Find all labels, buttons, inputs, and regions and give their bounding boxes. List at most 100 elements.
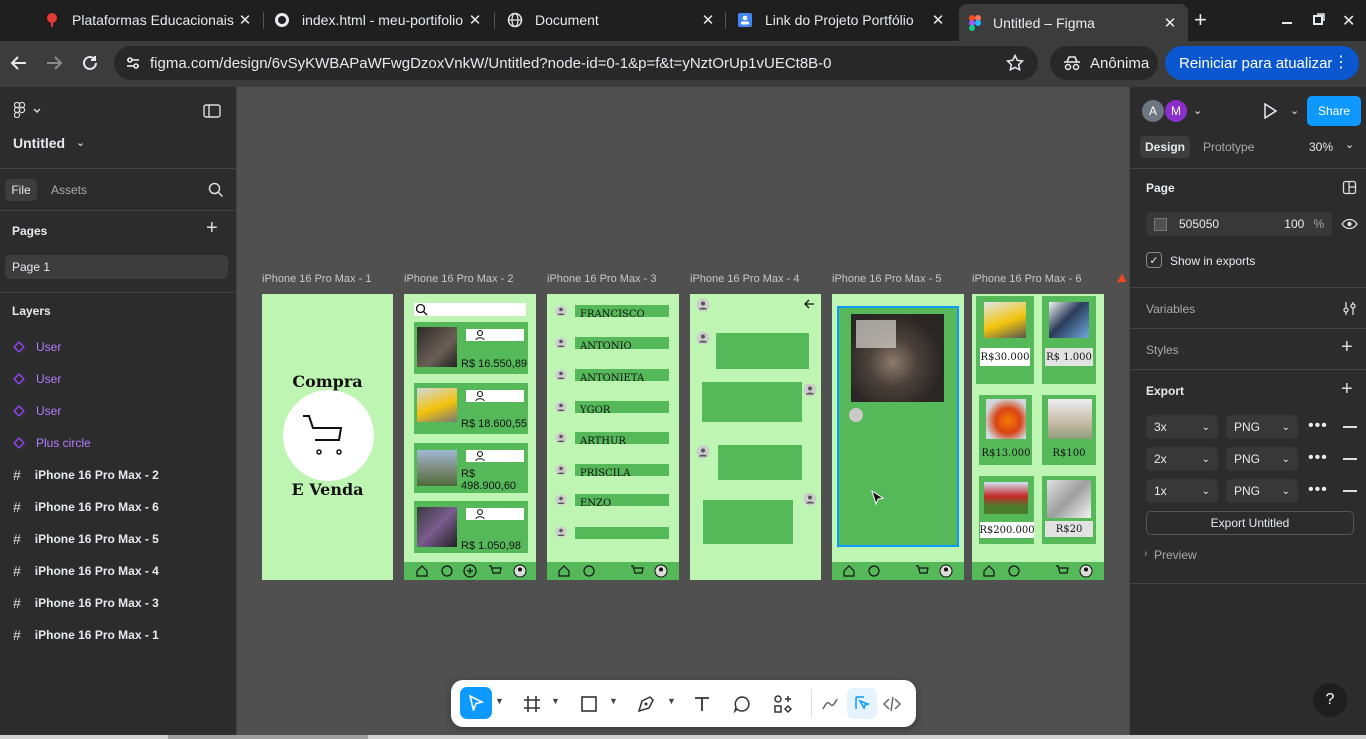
frame-6[interactable]: R$30.000 R$ 1.000 R$13.000 R$100 R$200.0…: [972, 294, 1104, 580]
rectangle-tool-icon[interactable]: [580, 695, 598, 713]
minimize-icon[interactable]: [1280, 12, 1294, 26]
chevron-down-icon[interactable]: ⌄: [1345, 138, 1354, 151]
page-style-icon[interactable]: [1342, 180, 1357, 195]
remove-export-icon[interactable]: [1343, 458, 1357, 460]
preview-toggle[interactable]: Preview: [1154, 548, 1197, 562]
product-card[interactable]: R$20: [1042, 476, 1096, 544]
layer-item[interactable]: # iPhone 16 Pro Max - 3: [0, 587, 236, 619]
more-options-icon[interactable]: •••: [1308, 417, 1328, 435]
add-export-icon[interactable]: +: [1341, 379, 1353, 399]
address-bar[interactable]: figma.com/design/6vSyKWBAPaWFwgDzoxVnkW/…: [114, 46, 1038, 80]
export-format-select[interactable]: PNG ⌄: [1226, 479, 1298, 503]
tab-figma[interactable]: Untitled – Figma ✕: [959, 4, 1188, 41]
frame-5[interactable]: [832, 294, 964, 580]
layer-item[interactable]: User: [0, 395, 236, 427]
add-page-icon[interactable]: +: [206, 218, 218, 238]
contact-row[interactable]: ANTONIO: [575, 337, 669, 352]
product-card[interactable]: R$ 16.550,89: [414, 322, 528, 374]
move-tool[interactable]: [460, 687, 492, 719]
frame-label[interactable]: iPhone 16 Pro Max - 6: [972, 273, 1081, 285]
product-card[interactable]: R$ 498.900,60: [414, 443, 528, 493]
new-tab-button[interactable]: +: [1194, 9, 1207, 31]
page-item[interactable]: Page 1: [5, 255, 228, 279]
layer-item[interactable]: # iPhone 16 Pro Max - 4: [0, 555, 236, 587]
help-button[interactable]: ?: [1313, 683, 1347, 717]
tab-file[interactable]: File: [5, 179, 37, 201]
design-canvas[interactable]: iPhone 16 Pro Max - 1 iPhone 16 Pro Max …: [237, 87, 1129, 735]
chevron-down-icon[interactable]: ▼: [495, 696, 504, 706]
sidebar-toggle-icon[interactable]: [203, 103, 221, 119]
comment-tool-icon[interactable]: [733, 695, 751, 713]
frame-tool-icon[interactable]: [523, 695, 541, 713]
figma-menu-icon[interactable]: [14, 102, 42, 118]
selected-product-card[interactable]: [837, 306, 959, 547]
tab-design[interactable]: Design: [1140, 136, 1190, 158]
tab-github[interactable]: index.html - meu-portifolio ✕: [264, 4, 493, 36]
avatar[interactable]: M: [1165, 100, 1187, 122]
layer-item[interactable]: # iPhone 16 Pro Max - 2: [0, 459, 236, 491]
site-settings-icon[interactable]: [124, 54, 142, 72]
search-icon[interactable]: [208, 182, 224, 198]
layer-item[interactable]: Plus circle: [0, 427, 236, 459]
remove-export-icon[interactable]: [1343, 490, 1357, 492]
frame-4[interactable]: [690, 294, 821, 580]
design-mode-button[interactable]: [847, 688, 877, 719]
incognito-chip[interactable]: Anônima: [1050, 46, 1158, 80]
search-bar[interactable]: [414, 303, 526, 316]
chat-bubble[interactable]: [716, 333, 809, 369]
contact-row[interactable]: ENZO: [575, 494, 669, 509]
chat-bubble[interactable]: [718, 445, 802, 480]
kebab-menu-icon[interactable]: ⋮: [1333, 52, 1349, 72]
page-opacity[interactable]: 100: [1284, 217, 1304, 231]
frame-3[interactable]: FRANCISCO ANTONIO ANTONIETA YGOR ARTHUR …: [547, 294, 679, 580]
tab-prototype[interactable]: Prototype: [1203, 140, 1254, 154]
share-button[interactable]: Share: [1307, 96, 1361, 126]
more-options-icon[interactable]: •••: [1308, 481, 1328, 499]
frame-label[interactable]: iPhone 16 Pro Max - 1: [262, 273, 371, 285]
tab-assets[interactable]: Assets: [51, 183, 87, 197]
contact-row[interactable]: FRANCISCO: [575, 305, 669, 320]
scrollbar-thumb[interactable]: [168, 735, 368, 739]
actions-icon[interactable]: [773, 694, 793, 714]
layer-item[interactable]: User: [0, 331, 236, 363]
product-card[interactable]: R$ 18.600,55: [414, 383, 528, 434]
product-card[interactable]: R$30.000: [976, 296, 1034, 384]
variables-settings-icon[interactable]: [1342, 301, 1357, 316]
page-color-hex[interactable]: 505050: [1179, 217, 1219, 231]
frame-2[interactable]: R$ 16.550,89 R$ 18.600,55 R$ 498.900,60 …: [404, 294, 536, 580]
close-window-icon[interactable]: ✕: [1342, 11, 1355, 31]
product-card[interactable]: R$100: [1042, 395, 1096, 465]
export-button[interactable]: Export Untitled: [1146, 511, 1354, 535]
contact-row[interactable]: YGOR: [575, 401, 669, 416]
play-icon[interactable]: [1263, 103, 1277, 119]
chevron-down-icon[interactable]: ▼: [551, 696, 560, 706]
export-format-select[interactable]: PNG ⌄: [1226, 447, 1298, 471]
layer-item[interactable]: # iPhone 16 Pro Max - 6: [0, 491, 236, 523]
draw-mode-icon[interactable]: [821, 695, 839, 713]
more-options-icon[interactable]: •••: [1308, 449, 1328, 467]
layer-item[interactable]: User: [0, 363, 236, 395]
contact-row[interactable]: [575, 527, 669, 539]
contact-row[interactable]: ANTONIETA: [575, 369, 669, 384]
layer-item[interactable]: # iPhone 16 Pro Max - 1: [0, 619, 236, 651]
tab-plataformas[interactable]: Plataformas Educacionais ✕: [34, 4, 263, 36]
frame-label[interactable]: iPhone 16 Pro Max - 5: [832, 273, 941, 285]
styles-heading[interactable]: Styles: [1146, 343, 1179, 357]
zoom-level[interactable]: 30%: [1309, 140, 1333, 154]
export-format-select[interactable]: PNG ⌄: [1226, 415, 1298, 439]
chevron-down-icon[interactable]: ⌄: [1290, 104, 1299, 117]
remove-export-icon[interactable]: [1343, 426, 1357, 428]
layer-item[interactable]: # iPhone 16 Pro Max - 5: [0, 523, 236, 555]
frame-label[interactable]: iPhone 16 Pro Max - 4: [690, 273, 799, 285]
product-card[interactable]: R$ 1.000: [1042, 296, 1096, 384]
close-tab-icon[interactable]: ✕: [1162, 14, 1178, 32]
product-card[interactable]: R$ 1.050,98: [414, 501, 528, 553]
color-swatch[interactable]: [1154, 217, 1167, 231]
chevron-down-icon[interactable]: ▼: [609, 696, 618, 706]
chat-bubble[interactable]: [702, 382, 802, 422]
product-card[interactable]: R$200.000: [979, 476, 1035, 544]
close-tab-icon[interactable]: ✕: [237, 11, 253, 29]
chevron-down-icon[interactable]: ▼: [667, 696, 676, 706]
contact-row[interactable]: ARTHUR: [575, 432, 669, 447]
pen-tool-icon[interactable]: [637, 695, 655, 713]
